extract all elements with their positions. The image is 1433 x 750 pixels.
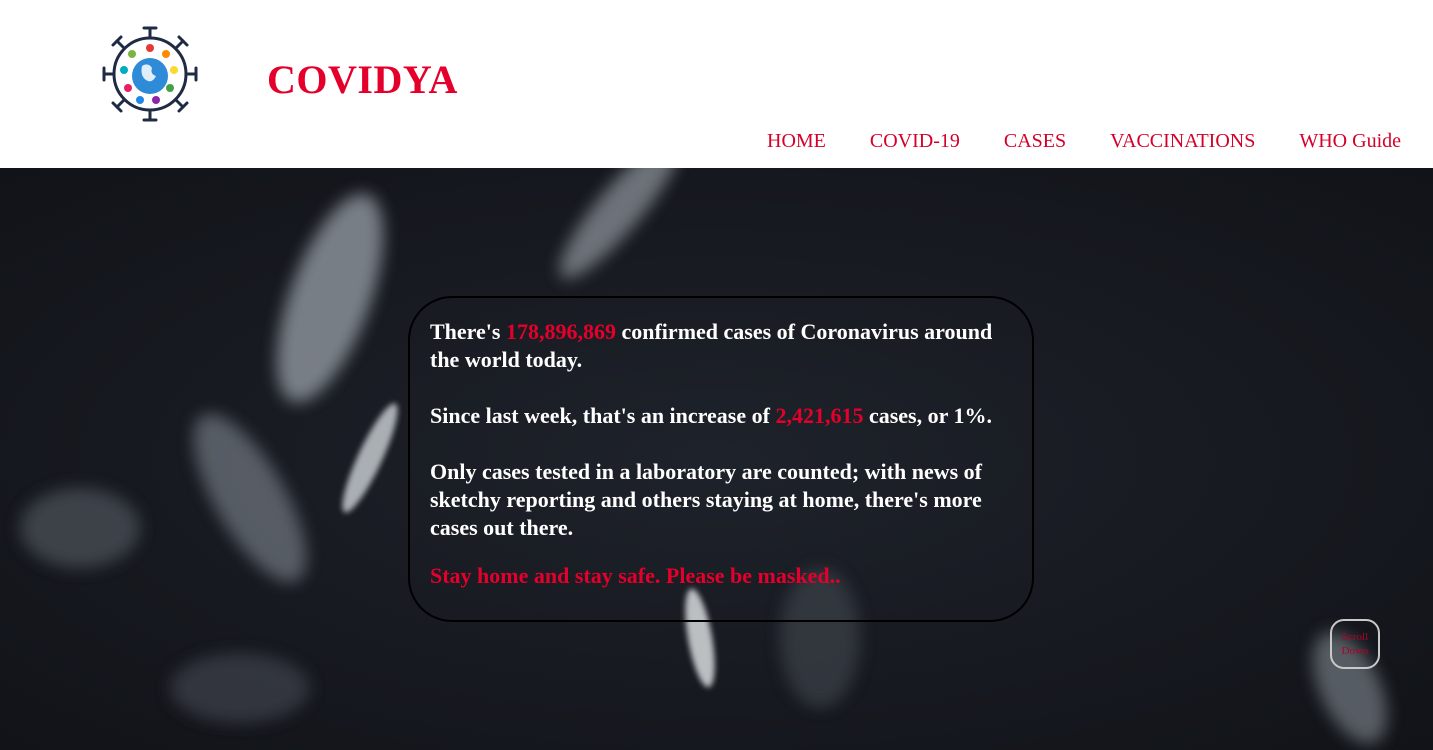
site-header: COVIDYA HOME COVID-19 CASES VACCINATIONS…: [0, 0, 1433, 168]
nav-home[interactable]: HOME: [767, 128, 826, 154]
weekly-increase-count: 2,421,615: [775, 403, 864, 428]
nav-who-guide[interactable]: WHO Guide: [1255, 128, 1401, 154]
line2-suffix: cases, or 1%.: [863, 403, 992, 428]
nav-cases[interactable]: CASES: [960, 128, 1066, 154]
weekly-increase-text: Since last week, that's an increase of 2…: [430, 402, 1012, 430]
scroll-down-button[interactable]: Scroll Down: [1330, 619, 1380, 669]
safety-message: Stay home and stay safe. Please be maske…: [430, 563, 841, 588]
lab-tested-note: Only cases tested in a laboratory are co…: [430, 459, 982, 540]
line1-prefix: There's: [430, 319, 506, 344]
brand-title[interactable]: COVIDYA: [267, 56, 458, 103]
nav-covid-19[interactable]: COVID-19: [826, 128, 960, 154]
hero-section: There's 178,896,869 confirmed cases of C…: [0, 168, 1433, 750]
confirmed-cases-text: There's 178,896,869 confirmed cases of C…: [430, 318, 1012, 374]
nav-vaccinations[interactable]: VACCINATIONS: [1066, 128, 1255, 154]
virus-globe-logo-icon[interactable]: [98, 24, 202, 124]
cases-summary-card: There's 178,896,869 confirmed cases of C…: [408, 296, 1034, 622]
main-nav: HOME COVID-19 CASES VACCINATIONS WHO Gui…: [767, 128, 1401, 154]
confirmed-cases-count: 178,896,869: [505, 319, 616, 344]
line2-prefix: Since last week, that's an increase of: [430, 403, 776, 428]
